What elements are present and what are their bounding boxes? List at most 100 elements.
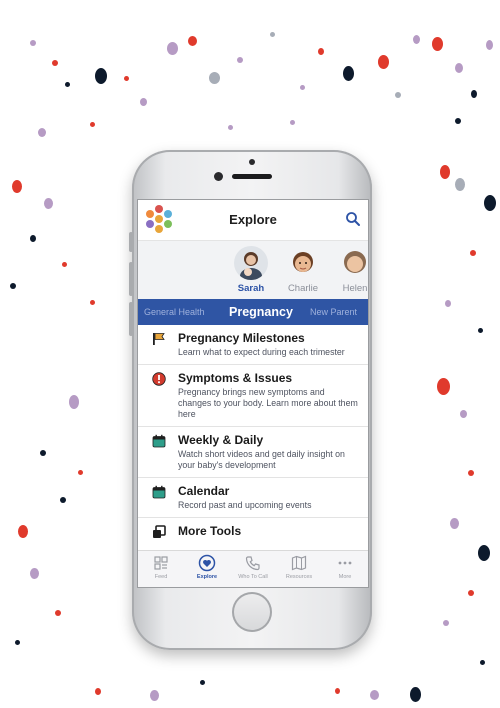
confetti-dot <box>90 122 95 127</box>
profile-selector: Sarah Charlie Helen <box>138 241 368 299</box>
confetti-dot <box>10 283 16 289</box>
list-item-description: Learn what to expect during each trimest… <box>178 347 345 357</box>
confetti-dot <box>478 545 490 561</box>
tab-pregnancy[interactable]: Pregnancy <box>229 299 293 325</box>
flag-icon <box>153 333 165 345</box>
confetti-dot <box>30 568 39 579</box>
explore-heart-icon <box>198 554 216 572</box>
nav-who-to-call[interactable]: Who To Call <box>230 554 276 580</box>
phone-icon <box>245 556 260 571</box>
app-screen: Explore Sarah Charlie Helen General Heal… <box>137 199 369 588</box>
confetti-dot <box>471 90 477 98</box>
list-item-title: Weekly & Daily <box>178 433 264 447</box>
list-item-weekly-daily[interactable]: Weekly & Daily Watch short videos and ge… <box>138 427 368 478</box>
confetti-dot <box>30 40 36 46</box>
confetti-dot <box>150 690 159 701</box>
confetti-dot <box>470 250 476 256</box>
confetti-dot <box>440 165 450 179</box>
list-item-symptoms-issues[interactable]: Symptoms & Issues Pregnancy brings new s… <box>138 365 368 427</box>
tab-new-parent[interactable]: New Parent <box>310 299 357 325</box>
nav-feed[interactable]: Feed <box>138 554 184 580</box>
list-item-title: More Tools <box>178 524 242 538</box>
confetti-dot <box>290 120 295 125</box>
tools-icon <box>153 525 166 538</box>
confetti-dot <box>486 40 493 50</box>
confetti-dot <box>15 640 20 645</box>
list-item-description: Pregnancy brings new symptoms and change… <box>178 387 358 419</box>
list-item-description: Watch short videos and get daily insight… <box>178 449 345 470</box>
nav-explore[interactable]: Explore <box>184 554 230 580</box>
app-header: Explore <box>138 200 368 241</box>
confetti-dot <box>38 128 46 137</box>
avatar <box>338 246 368 280</box>
phone-home-button[interactable] <box>232 592 272 632</box>
confetti-dot <box>478 328 483 333</box>
phone-side-button <box>129 302 133 336</box>
phone-side-button <box>129 262 133 296</box>
confetti-dot <box>167 42 178 55</box>
profile-charlie[interactable]: Charlie <box>275 246 331 294</box>
phone-side-button <box>129 232 133 252</box>
confetti-dot <box>370 690 379 700</box>
confetti-dot <box>44 198 53 209</box>
bottom-nav: Feed Explore Who To Call Resources More <box>138 550 368 587</box>
confetti-dot <box>445 300 451 307</box>
nav-label: Who To Call <box>238 574 268 580</box>
alert-icon <box>152 372 166 386</box>
explore-list: Pregnancy Milestones Learn what to expec… <box>138 325 368 546</box>
profile-helen[interactable]: Helen <box>327 246 368 294</box>
confetti-dot <box>200 680 205 685</box>
confetti-dot <box>450 518 459 529</box>
confetti-dot <box>62 262 67 267</box>
confetti-dot <box>52 60 58 66</box>
list-item-more-tools[interactable]: More Tools <box>138 518 368 546</box>
nav-label: Resources <box>285 574 313 580</box>
calendar-icon <box>152 485 166 499</box>
confetti-dot <box>460 410 467 418</box>
confetti-dot <box>480 660 485 665</box>
confetti-dot <box>468 470 474 476</box>
profile-sarah[interactable]: Sarah <box>223 246 279 294</box>
confetti-dot <box>95 688 101 695</box>
confetti-dot <box>60 497 66 503</box>
confetti-dot <box>18 525 28 538</box>
nav-more[interactable]: More <box>322 554 368 580</box>
confetti-dot <box>12 180 22 193</box>
avatar <box>234 246 268 280</box>
confetti-dot <box>484 195 496 211</box>
list-item-calendar[interactable]: Calendar Record past and upcoming events <box>138 478 368 518</box>
confetti-dot <box>437 378 450 395</box>
confetti-dot <box>455 178 465 191</box>
confetti-dot <box>237 57 243 63</box>
tab-general-health[interactable]: General Health <box>144 299 205 325</box>
avatar <box>286 246 320 280</box>
confetti-dot <box>432 37 443 51</box>
confetti-dot <box>78 470 83 475</box>
confetti-dot <box>443 620 449 626</box>
phone-frame: Explore Sarah Charlie Helen General Heal… <box>129 150 372 650</box>
nav-label: More <box>338 574 352 580</box>
confetti-dot <box>55 610 61 616</box>
confetti-dot <box>95 68 107 84</box>
nav-label: Explore <box>196 574 218 580</box>
phone-speaker <box>232 174 272 179</box>
confetti-dot <box>413 35 420 44</box>
nav-resources[interactable]: Resources <box>276 554 322 580</box>
confetti-dot <box>410 687 421 702</box>
map-icon <box>291 555 307 571</box>
confetti-dot <box>90 300 95 305</box>
confetti-dot <box>30 235 36 242</box>
confetti-dot <box>40 450 46 456</box>
page-title: Explore <box>229 212 277 227</box>
phone-camera <box>249 159 255 165</box>
confetti-dot <box>335 688 340 694</box>
list-item-pregnancy-milestones[interactable]: Pregnancy Milestones Learn what to expec… <box>138 325 368 365</box>
search-icon[interactable] <box>345 211 361 227</box>
confetti-dot <box>270 32 275 37</box>
confetti-dot <box>209 72 220 84</box>
list-item-title: Symptoms & Issues <box>178 371 293 385</box>
feed-icon <box>154 556 168 570</box>
list-item-title: Pregnancy Milestones <box>178 331 305 345</box>
confetti-dot <box>343 66 354 81</box>
confetti-dot <box>124 76 129 81</box>
